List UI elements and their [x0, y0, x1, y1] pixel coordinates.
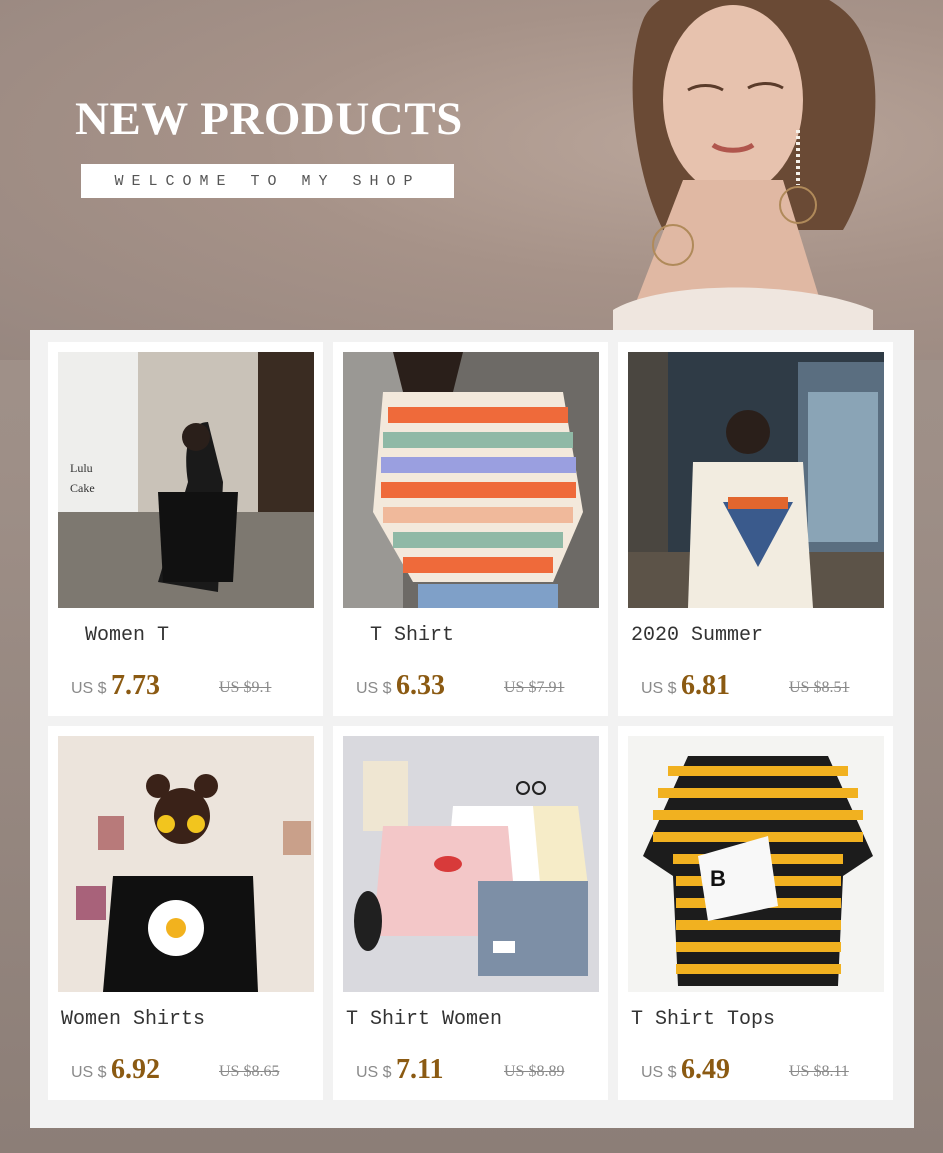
product-image[interactable] — [343, 736, 599, 992]
price-row: US $ 6.49 US $8.11 — [641, 1052, 881, 1086]
product-image[interactable] — [628, 352, 884, 608]
product-name[interactable]: T Shirt Tops — [631, 1008, 775, 1031]
product-image[interactable]: B — [628, 736, 884, 992]
sale-price: 7.11 — [396, 1054, 444, 1085]
svg-text:B: B — [710, 866, 726, 891]
sale-price: 7.73 — [111, 670, 160, 701]
price-row: US $ 7.73 US $9.1 — [71, 668, 311, 702]
price-row: US $ 7.11 US $8.89 — [356, 1052, 596, 1086]
product-image[interactable] — [343, 352, 599, 608]
product-card[interactable]: Women Shirts US $ 6.92 US $8.65 — [48, 726, 323, 1100]
currency-label: US $ — [641, 1064, 677, 1081]
product-card[interactable]: T Shirt Women US $ 7.11 US $8.89 — [333, 726, 608, 1100]
product-grid: Lulu Cake Women T US $ 7.73 US $9.1 T Sh… — [30, 330, 914, 1128]
original-price: US $7.91 — [504, 679, 565, 696]
currency-label: US $ — [71, 680, 107, 697]
product-card[interactable]: 2020 Summer US $ 6.81 US $8.51 — [618, 342, 893, 716]
product-card[interactable]: B T Shirt Tops US $ 6.49 US $8.11 — [618, 726, 893, 1100]
product-card[interactable]: T Shirt US $ 6.33 US $7.91 — [333, 342, 608, 716]
original-price: US $8.11 — [789, 1063, 849, 1080]
hero-banner: NEW PRODUCTS WELCOME TO MY SHOP — [0, 0, 943, 360]
product-name[interactable]: T Shirt — [346, 624, 454, 647]
sale-price: 6.33 — [396, 670, 445, 701]
original-price: US $8.51 — [789, 679, 850, 696]
currency-label: US $ — [71, 1064, 107, 1081]
welcome-text: WELCOME TO MY SHOP — [114, 172, 421, 190]
svg-text:Cake: Cake — [70, 481, 95, 495]
original-price: US $9.1 — [219, 679, 272, 696]
product-image[interactable] — [58, 736, 314, 992]
product-card[interactable]: Lulu Cake Women T US $ 7.73 US $9.1 — [48, 342, 323, 716]
currency-label: US $ — [356, 1064, 392, 1081]
product-name[interactable]: Women Shirts — [61, 1008, 205, 1031]
welcome-banner: WELCOME TO MY SHOP — [81, 164, 454, 198]
page-title: NEW PRODUCTS — [75, 93, 463, 145]
product-name[interactable]: 2020 Summer — [631, 624, 763, 647]
sale-price: 6.49 — [681, 1054, 730, 1085]
product-name[interactable]: T Shirt Women — [346, 1008, 502, 1031]
original-price: US $8.65 — [219, 1063, 280, 1080]
svg-text:Lulu: Lulu — [70, 461, 93, 475]
currency-label: US $ — [356, 680, 392, 697]
sale-price: 6.92 — [111, 1054, 160, 1085]
price-row: US $ 6.81 US $8.51 — [641, 668, 881, 702]
product-image[interactable]: Lulu Cake — [58, 352, 314, 608]
product-name[interactable]: Women T — [61, 624, 169, 647]
sale-price: 6.81 — [681, 670, 730, 701]
currency-label: US $ — [641, 680, 677, 697]
price-row: US $ 6.33 US $7.91 — [356, 668, 596, 702]
price-row: US $ 6.92 US $8.65 — [71, 1052, 311, 1086]
original-price: US $8.89 — [504, 1063, 565, 1080]
hero-model-image — [613, 0, 876, 350]
